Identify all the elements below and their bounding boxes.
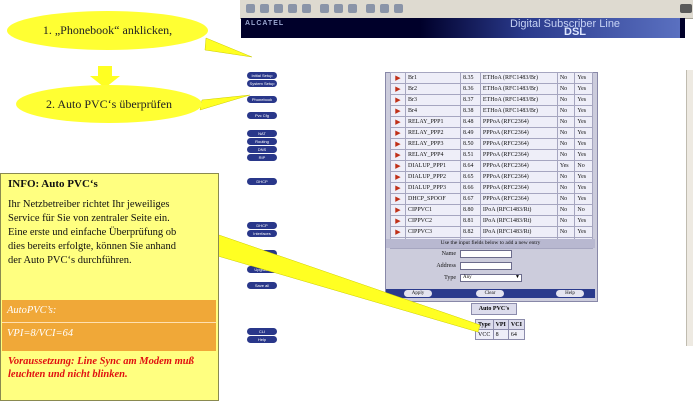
arrow-down-icon <box>98 66 112 76</box>
info-title: INFO: Auto PVC‘s <box>8 178 98 190</box>
requirement-note: Voraussetzung: Line Sync am Modem muß le… <box>8 356 194 380</box>
info-text: Ihr Netzbetreiber richtet Ihr jeweiliges… <box>8 199 177 266</box>
auto-pvc-label: AutoPVC’s: <box>7 305 57 316</box>
pointer-info <box>179 224 481 333</box>
pointer-step2 <box>199 94 251 111</box>
pointer-step1 <box>204 37 253 58</box>
callout-step2: 2. Auto PVC‘s überprüfen <box>16 85 202 123</box>
callout-step1: 1. „Phonebook“ anklicken, <box>7 11 208 50</box>
auto-pvc-value: VPI=8/VCI=64 <box>7 328 74 339</box>
callout-step2-text: 2. Auto PVC‘s überprüfen <box>46 96 172 111</box>
divider <box>2 322 216 323</box>
callout-step1-text: 1. „Phonebook“ anklicken, <box>42 23 173 37</box>
